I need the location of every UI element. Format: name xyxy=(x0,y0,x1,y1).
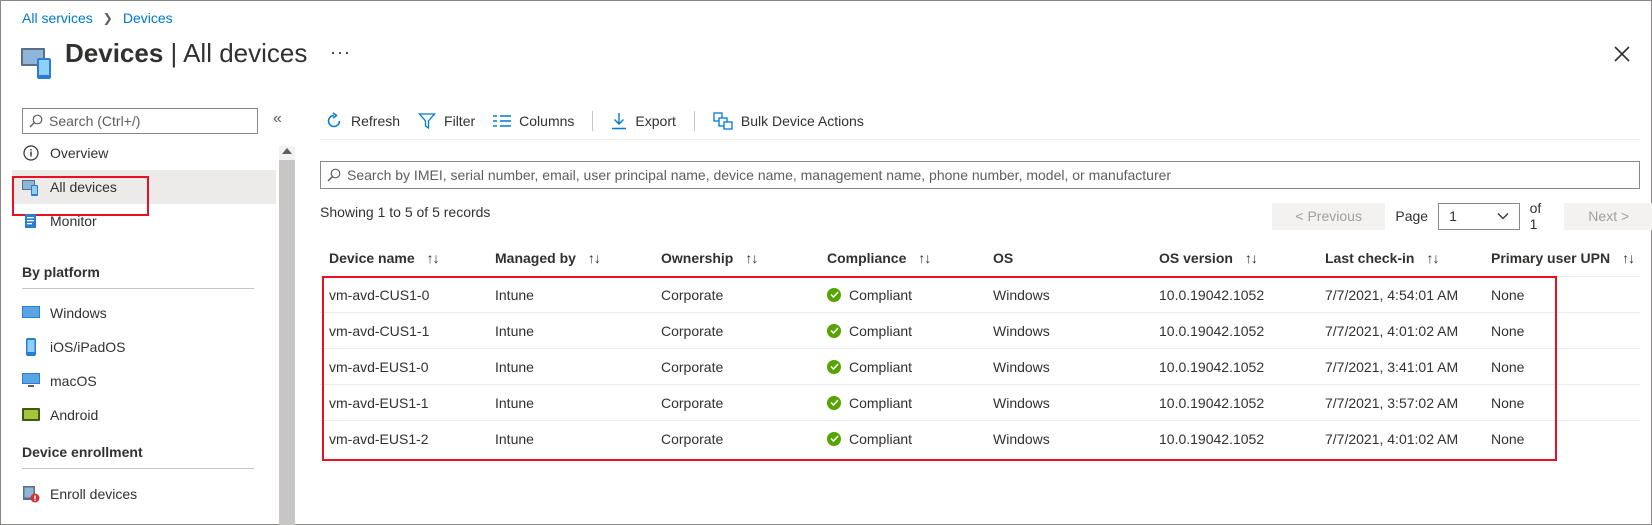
sidebar-item-android[interactable]: Android xyxy=(22,398,276,432)
sidebar-scrollbar[interactable] xyxy=(279,146,295,525)
ios-icon xyxy=(22,338,40,356)
sort-icon[interactable]: ↑↓ xyxy=(427,250,440,266)
page-select[interactable]: 1 xyxy=(1438,202,1520,230)
sidebar-item-overview[interactable]: Overview xyxy=(22,136,276,170)
sidebar-item-enroll-devices[interactable]: Enroll devices xyxy=(22,477,276,511)
macos-icon xyxy=(22,372,40,390)
android-icon xyxy=(22,406,40,424)
page-title: Devices | All devices xyxy=(65,38,308,68)
refresh-icon xyxy=(327,112,341,128)
sort-icon[interactable]: ↑↓ xyxy=(588,250,601,266)
sidebar-item-ios[interactable]: iOS/iPadOS xyxy=(22,330,276,364)
close-icon[interactable] xyxy=(1612,44,1632,64)
info-icon xyxy=(22,144,40,162)
column-header-os: OS xyxy=(993,250,1014,266)
sidebar-section-by-platform: By platform xyxy=(22,264,100,280)
bulk-device-actions-button[interactable]: Bulk Device Actions xyxy=(713,112,864,130)
refresh-button[interactable]: Refresh xyxy=(325,112,400,130)
sort-icon[interactable]: ↑↓ xyxy=(1245,250,1258,266)
page-total: of 1 xyxy=(1529,200,1542,232)
column-header-primary-user-upn[interactable]: Primary user UPN ↑↓ xyxy=(1482,250,1640,266)
columns-icon xyxy=(493,115,512,127)
sidebar-divider xyxy=(22,288,254,289)
column-header-device-name[interactable]: Device name ↑↓ xyxy=(320,250,486,266)
collapse-sidebar-button[interactable]: « xyxy=(273,110,282,128)
export-label: Export xyxy=(635,113,676,129)
command-bar: Refresh Filter Columns Export Bulk Devic… xyxy=(325,108,882,134)
sort-icon[interactable]: ↑↓ xyxy=(1622,250,1635,266)
breadcrumb-devices[interactable]: Devices xyxy=(123,10,173,26)
sidebar-search-placeholder: Search (Ctrl+/) xyxy=(49,113,141,129)
page-select-value: 1 xyxy=(1449,208,1457,224)
more-options-button[interactable]: ··· xyxy=(330,42,351,63)
records-count: Showing 1 to 5 of 5 records xyxy=(320,204,491,220)
refresh-label: Refresh xyxy=(351,113,401,129)
column-header-os-version[interactable]: OS version ↑↓ xyxy=(1150,250,1316,266)
export-button[interactable]: Export xyxy=(611,112,676,130)
search-icon xyxy=(327,168,341,182)
columns-label: Columns xyxy=(519,113,575,129)
sidebar-section-device-enrollment: Device enrollment xyxy=(22,444,143,460)
sidebar-item-windows[interactable]: Windows xyxy=(22,296,276,330)
chevron-down-icon xyxy=(1497,213,1509,220)
next-page-button[interactable]: Next > xyxy=(1564,202,1652,230)
table-header: Device name ↑↓ Managed by ↑↓ Ownership ↑↓ C… xyxy=(320,240,1640,276)
sidebar-item-monitor[interactable]: Monitor xyxy=(22,204,276,238)
download-icon xyxy=(612,113,627,130)
toolbar-divider xyxy=(320,139,1640,140)
bulk-device-actions-label: Bulk Device Actions xyxy=(740,113,864,129)
sort-icon[interactable]: ↑↓ xyxy=(918,250,931,266)
highlight-box-device-rows xyxy=(322,276,1557,461)
sidebar-item-label: macOS xyxy=(50,373,97,389)
search-icon xyxy=(29,114,43,128)
sidebar-item-label: Enroll devices xyxy=(50,486,138,502)
chevron-right-icon: ❯ xyxy=(102,11,113,25)
sort-icon[interactable]: ↑↓ xyxy=(745,250,758,266)
filter-label: Filter xyxy=(444,113,476,129)
columns-button[interactable]: Columns xyxy=(493,113,574,129)
breadcrumb-all-services[interactable]: All services xyxy=(22,10,93,26)
previous-page-button[interactable]: < Previous xyxy=(1272,202,1386,230)
column-header-compliance[interactable]: Compliance ↑↓ xyxy=(818,250,984,266)
filter-icon xyxy=(418,113,436,130)
toolbar-separator xyxy=(693,111,695,131)
sidebar-item-label: Android xyxy=(50,407,99,423)
filter-button[interactable]: Filter xyxy=(418,112,475,130)
windows-icon xyxy=(22,304,40,322)
monitor-icon xyxy=(22,212,40,230)
sidebar-item-label: Monitor xyxy=(50,213,97,229)
sidebar-search-input[interactable]: Search (Ctrl+/) xyxy=(22,108,258,134)
device-search-placeholder: Search by IMEI, serial number, email, us… xyxy=(347,167,1172,183)
toolbar-separator xyxy=(592,111,594,131)
scroll-up-icon[interactable] xyxy=(282,148,292,154)
sort-icon[interactable]: ↑↓ xyxy=(1426,250,1439,266)
enroll-icon xyxy=(22,485,40,503)
scrollbar-thumb[interactable] xyxy=(279,160,295,525)
column-header-last-check-in[interactable]: Last check-in ↑↓ xyxy=(1316,250,1482,266)
devices-icon xyxy=(21,48,51,79)
breadcrumb: All services ❯ Devices xyxy=(22,10,173,26)
sidebar-item-macos[interactable]: macOS xyxy=(22,364,276,398)
bulk-actions-icon xyxy=(713,112,733,130)
sidebar-item-label: iOS/iPadOS xyxy=(50,339,126,355)
device-search-input[interactable]: Search by IMEI, serial number, email, us… xyxy=(320,161,1640,189)
sidebar-item-label: Overview xyxy=(50,145,109,161)
pagination: < Previous Page 1 of 1 Next > xyxy=(1272,200,1652,232)
sidebar-divider xyxy=(22,468,254,469)
page-label: Page xyxy=(1395,208,1429,224)
sidebar-item-label: Windows xyxy=(50,305,107,321)
column-header-ownership[interactable]: Ownership ↑↓ xyxy=(652,250,818,266)
column-header-managed-by[interactable]: Managed by ↑↓ xyxy=(486,250,652,266)
